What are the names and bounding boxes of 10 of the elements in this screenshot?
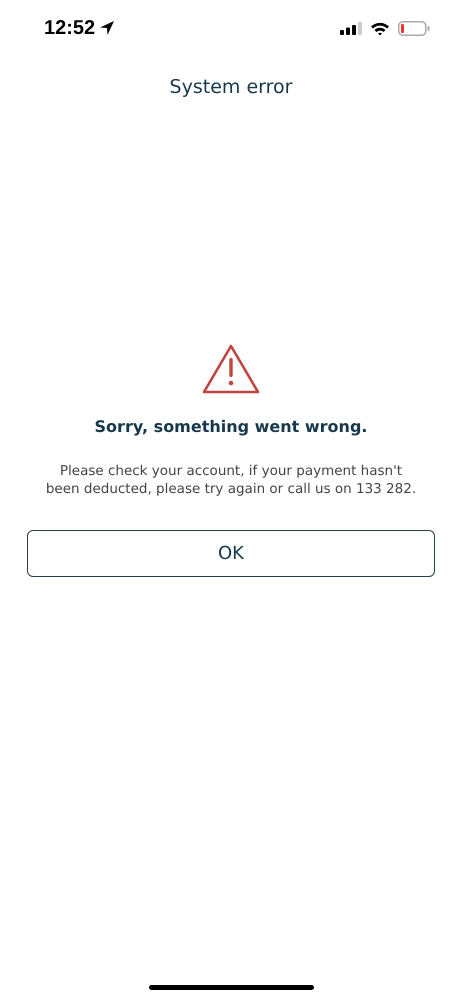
warning-icon (201, 343, 261, 395)
error-message: Please check your account, if your payment hasn't been deducted, please try again or call us on 133 282. (44, 462, 418, 498)
ok-button[interactable]: OK (27, 530, 435, 577)
wifi-icon (370, 20, 390, 36)
screen-title: System error (170, 76, 292, 98)
location-arrow-icon (99, 20, 116, 36)
error-heading: Sorry, something went wrong. (94, 417, 368, 436)
signal-icon (340, 22, 362, 34)
battery-icon (398, 20, 430, 36)
status-time: 12:52 (44, 16, 96, 40)
